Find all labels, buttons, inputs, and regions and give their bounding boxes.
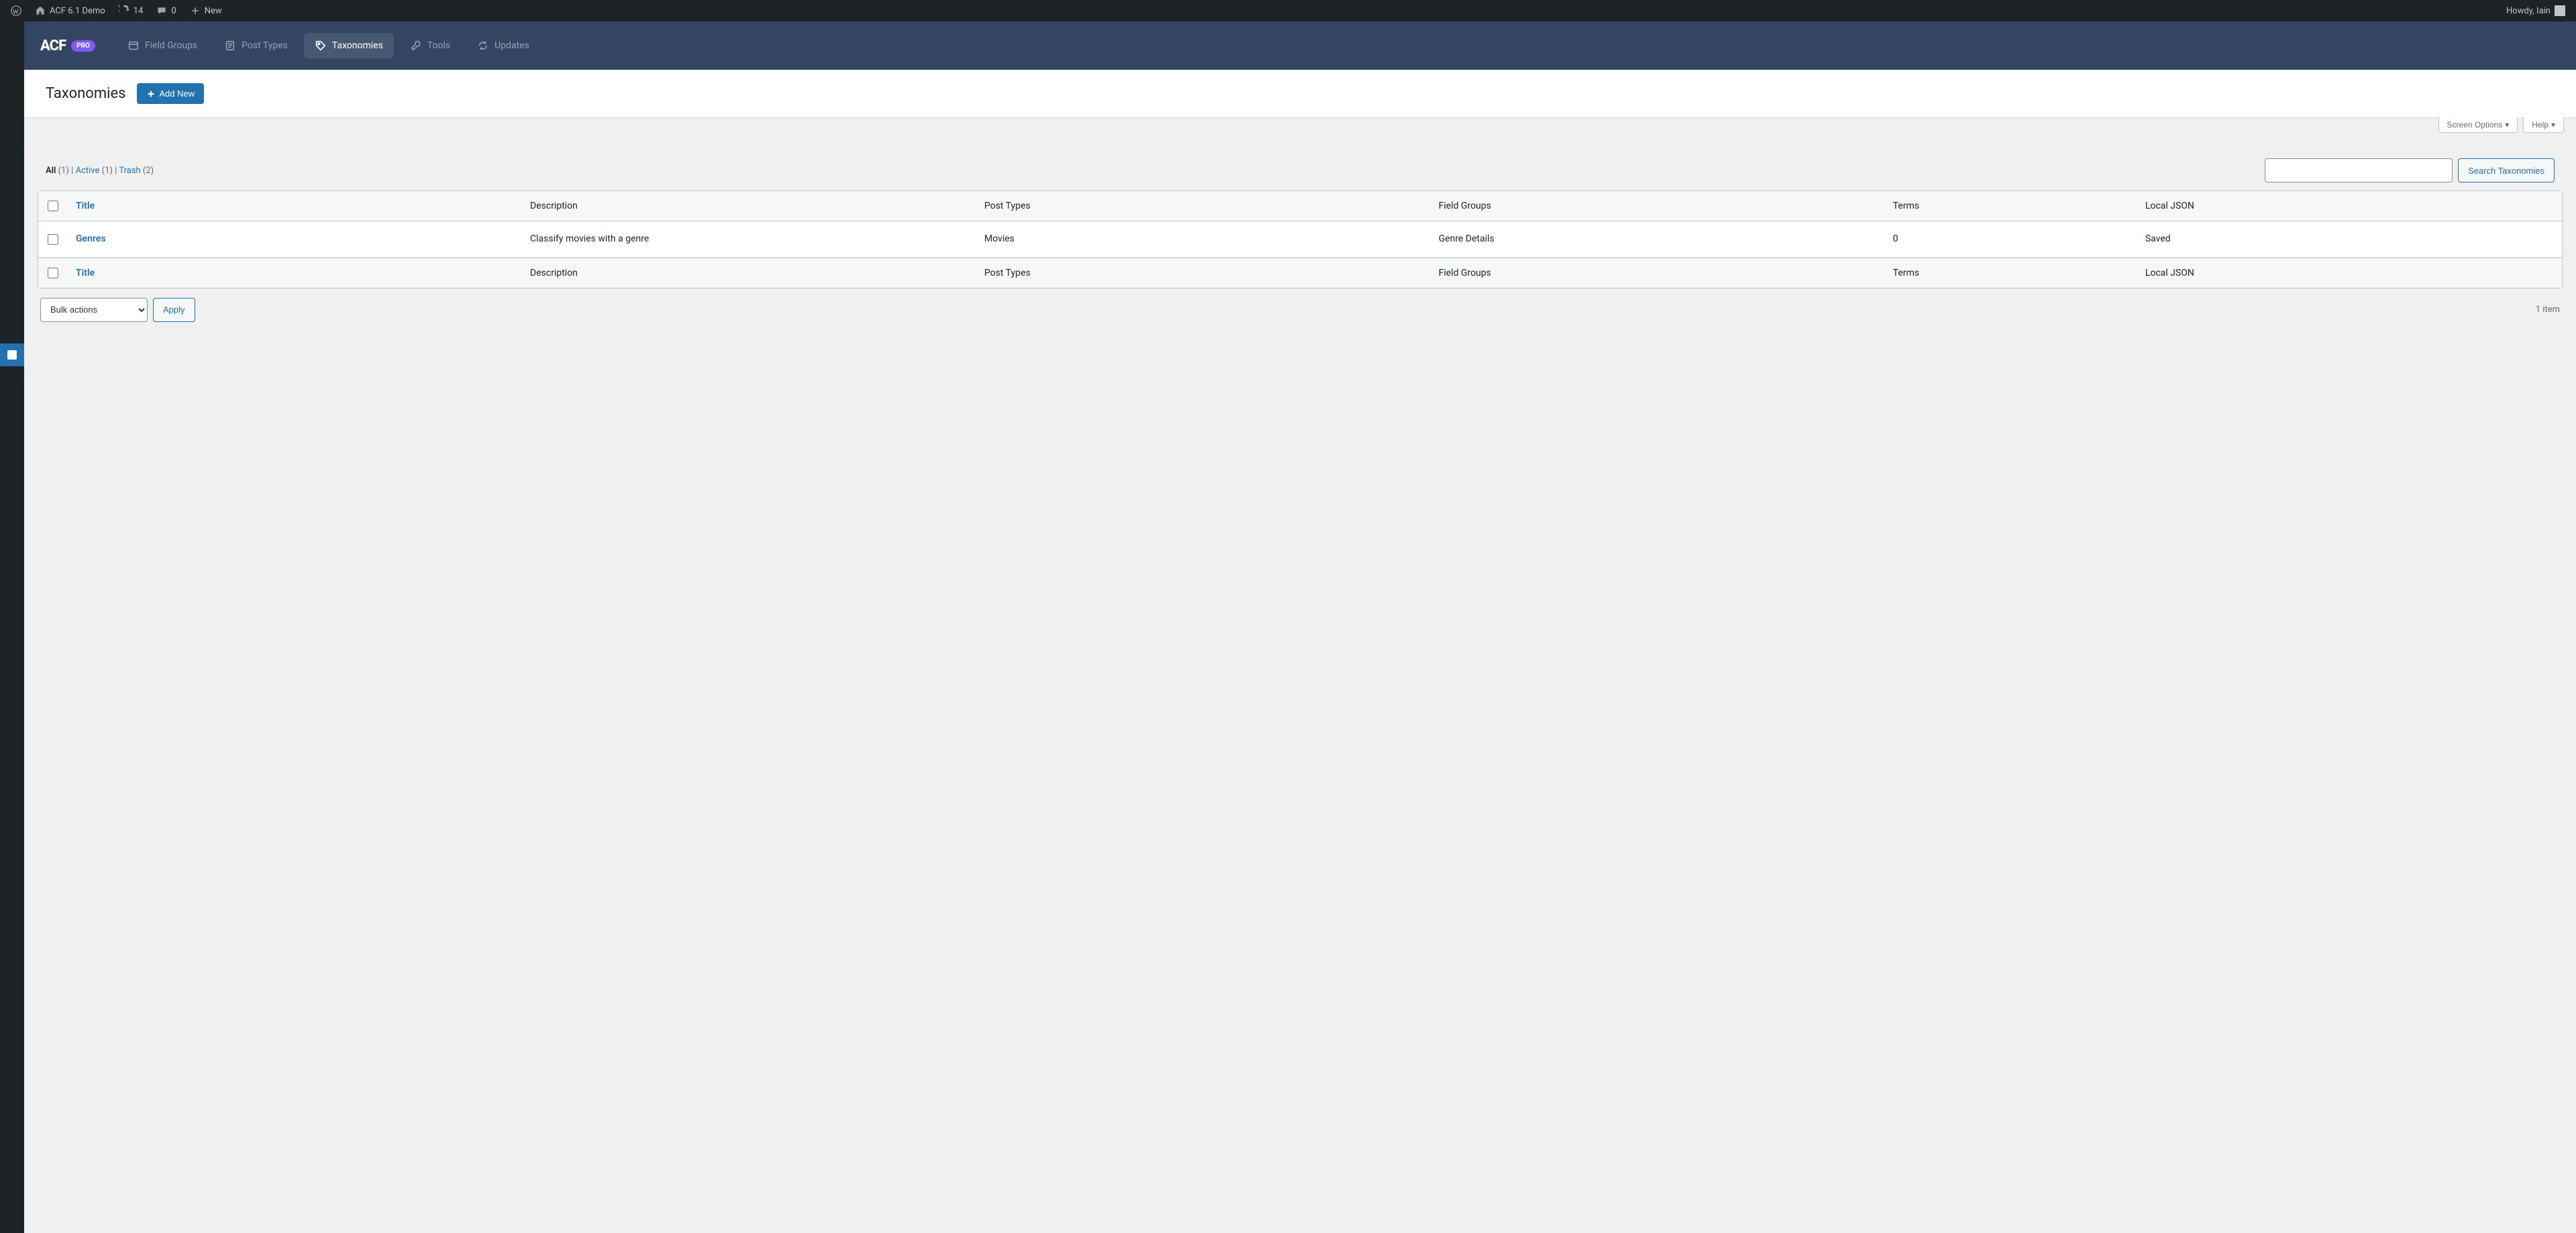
add-new-button[interactable]: Add New xyxy=(137,83,205,104)
row-description: Classify movies with a genre xyxy=(522,221,976,257)
sidebar-item[interactable] xyxy=(0,47,24,70)
nav-post-types[interactable]: Post Types xyxy=(213,33,299,58)
chevron-down-icon: ▾ xyxy=(2505,120,2509,129)
wrench-icon xyxy=(410,40,422,52)
layout-icon xyxy=(127,40,140,52)
row-checkbox[interactable] xyxy=(48,234,58,245)
pro-badge: PRO xyxy=(71,40,95,52)
row-post-types: Movies xyxy=(976,221,1430,257)
bulk-actions-row: Bulk actions Apply 1 item xyxy=(38,298,2563,322)
sidebar-acf[interactable] xyxy=(0,343,24,366)
row-local-json: Saved xyxy=(2137,221,2562,257)
nav-taxonomies[interactable]: Taxonomies xyxy=(304,33,394,58)
sidebar-item[interactable] xyxy=(0,184,24,207)
filter-active[interactable]: Active xyxy=(76,166,100,176)
wp-logo[interactable] xyxy=(5,0,27,21)
screen-meta: Screen Options ▾ Help ▾ xyxy=(24,117,2576,133)
document-icon xyxy=(224,40,236,52)
col-description: Description xyxy=(522,191,976,221)
sidebar-posts[interactable] xyxy=(0,70,24,93)
page-header: Taxonomies Add New xyxy=(24,70,2576,118)
select-all-checkbox[interactable] xyxy=(48,201,58,211)
filter-trash[interactable]: Trash xyxy=(119,166,140,176)
bulk-actions-select[interactable]: Bulk actions xyxy=(40,298,148,322)
row-field-groups: Genre Details xyxy=(1430,221,1884,257)
avatar xyxy=(2555,5,2565,16)
sidebar-item[interactable] xyxy=(0,366,24,389)
col-local-json: Local JSON xyxy=(2137,258,2562,288)
table-row: Genres Classify movies with a genre Movi… xyxy=(38,221,2562,257)
col-post-types: Post Types xyxy=(976,258,1430,288)
site-name-link[interactable]: ACF 6.1 Demo xyxy=(30,0,111,21)
refresh-icon xyxy=(477,40,489,52)
sidebar-plugins[interactable] xyxy=(0,252,24,275)
help-button[interactable]: Help ▾ xyxy=(2523,117,2564,133)
updates-link[interactable]: 14 xyxy=(113,0,149,21)
sidebar-users[interactable] xyxy=(0,275,24,298)
nav-tools[interactable]: Tools xyxy=(399,33,461,58)
status-filters: All (1) | Active (1) | Trash (2) xyxy=(46,166,154,176)
row-terms: 0 xyxy=(1885,221,2137,257)
filter-all[interactable]: All xyxy=(46,166,56,176)
sidebar-item[interactable] xyxy=(0,207,24,229)
col-description: Description xyxy=(522,258,976,288)
admin-bar: ACF 6.1 Demo 14 0 New Howdy, Iain xyxy=(0,0,2576,21)
apply-button[interactable]: Apply xyxy=(153,298,195,322)
col-field-groups: Field Groups xyxy=(1430,191,1884,221)
taxonomies-table: Title Description Post Types Field Group… xyxy=(38,191,2563,288)
col-field-groups: Field Groups xyxy=(1430,258,1884,288)
sidebar-comments[interactable] xyxy=(0,138,24,161)
my-account-link[interactable]: Howdy, Iain xyxy=(2501,0,2571,21)
col-post-types: Post Types xyxy=(976,191,1430,221)
row-title-link[interactable]: Genres xyxy=(76,233,106,244)
chevron-down-icon: ▾ xyxy=(2551,120,2555,129)
col-terms: Terms xyxy=(1885,191,2137,221)
nav-updates[interactable]: Updates xyxy=(466,33,540,58)
sidebar-pages[interactable] xyxy=(0,115,24,138)
select-all-checkbox-bottom[interactable] xyxy=(48,268,58,278)
col-terms: Terms xyxy=(1885,258,2137,288)
sidebar-dashboard[interactable] xyxy=(0,24,24,47)
sidebar-settings[interactable] xyxy=(0,321,24,343)
col-title[interactable]: Title xyxy=(76,268,95,278)
admin-sidebar xyxy=(0,21,24,1233)
sidebar-item[interactable] xyxy=(0,161,24,184)
acf-header: ACF PRO Field Groups Post Types Taxonomi… xyxy=(24,21,2576,70)
acf-logo[interactable]: ACF PRO xyxy=(40,38,95,54)
new-content-link[interactable]: New xyxy=(184,0,227,21)
item-count: 1 item xyxy=(2536,305,2560,315)
page-title: Taxonomies xyxy=(46,85,126,102)
col-title[interactable]: Title xyxy=(76,201,95,211)
filter-row: All (1) | Active (1) | Trash (2) Search … xyxy=(46,158,2555,182)
search-input[interactable] xyxy=(2265,158,2453,182)
sidebar-tools[interactable] xyxy=(0,298,24,321)
sidebar-appearance[interactable] xyxy=(0,229,24,252)
nav-field-groups[interactable]: Field Groups xyxy=(117,33,208,58)
comments-link[interactable]: 0 xyxy=(151,0,181,21)
screen-options-button[interactable]: Screen Options ▾ xyxy=(2438,117,2518,133)
search-button[interactable]: Search Taxonomies xyxy=(2458,158,2555,182)
tag-icon xyxy=(315,40,327,52)
sidebar-media[interactable] xyxy=(0,93,24,115)
col-local-json: Local JSON xyxy=(2137,191,2562,221)
plus-icon xyxy=(146,89,156,99)
